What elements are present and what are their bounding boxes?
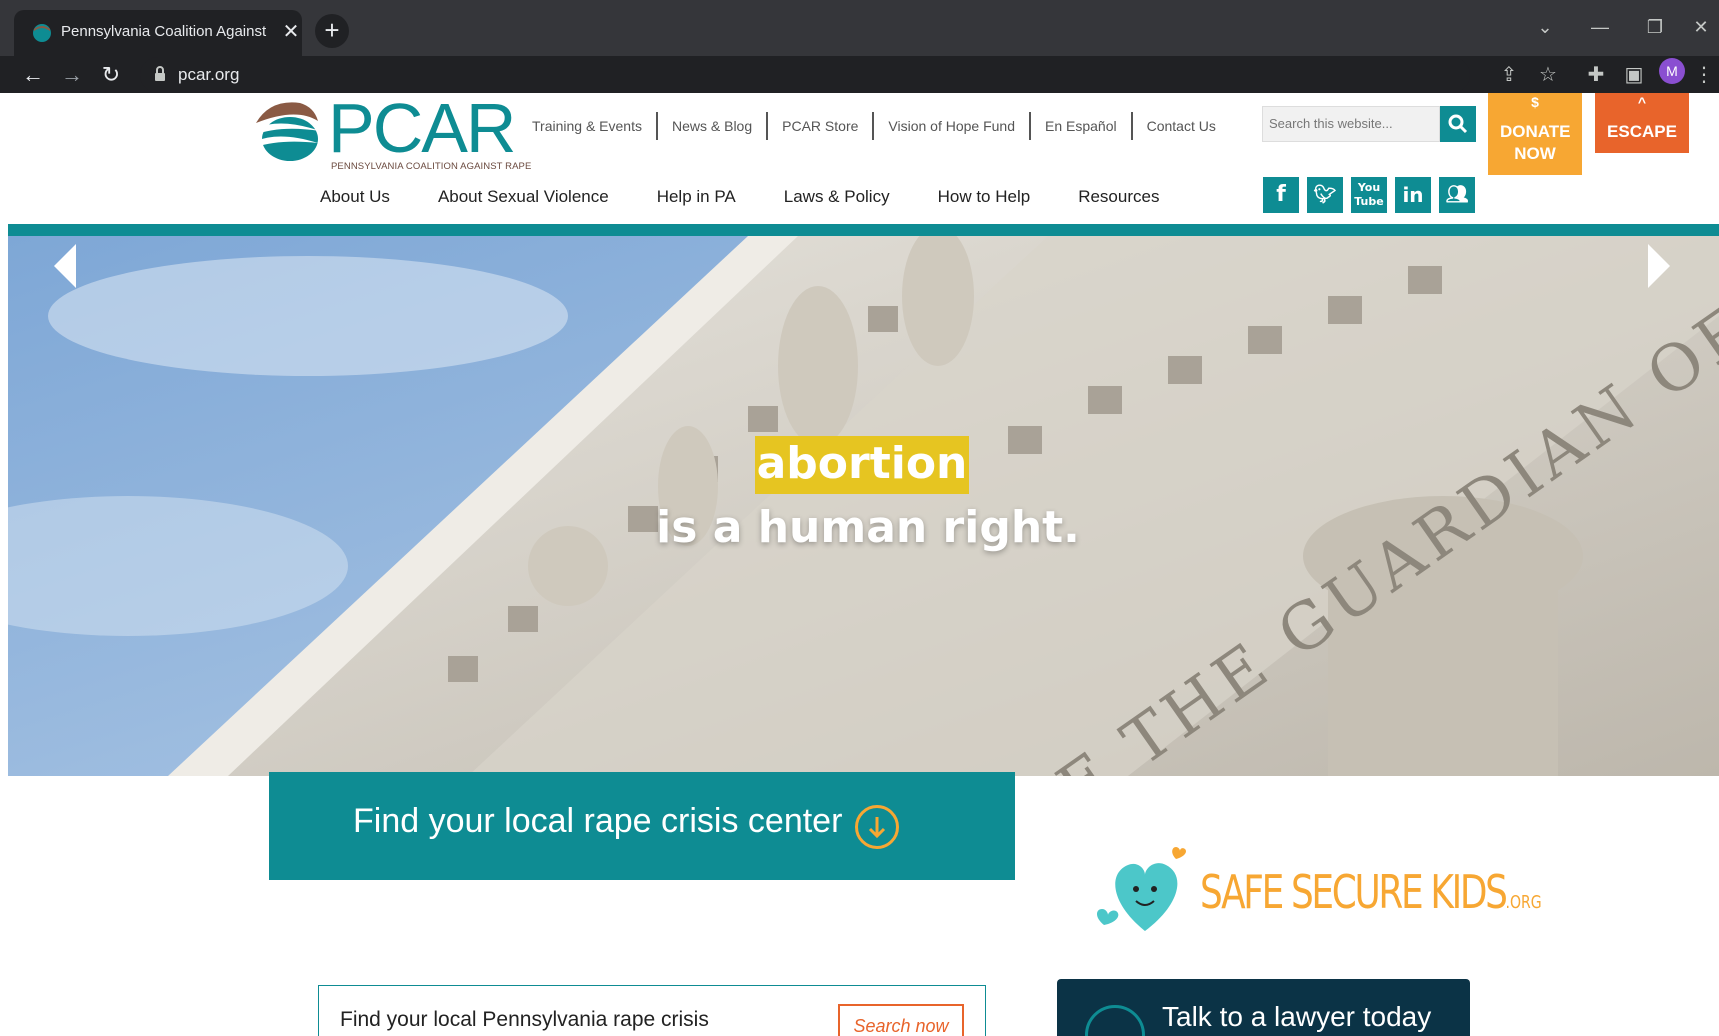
pcar-logo[interactable]: PCAR PENNSYLVANIA COALITION AGAINST RAPE — [250, 93, 531, 173]
util-link-contact[interactable]: Contact Us — [1133, 112, 1230, 140]
nav-about-us[interactable]: About Us — [320, 187, 390, 207]
side-panel-icon[interactable]: ▣ — [1619, 60, 1649, 90]
reload-icon[interactable]: ↻ — [96, 60, 126, 90]
util-link-vision-of-hope[interactable]: Vision of Hope Fund — [874, 112, 1031, 140]
tab-bar: Pennsylvania Coalition Against Rape ✕ + … — [0, 0, 1719, 56]
hero-headline-2: is a human right. — [656, 502, 1080, 553]
util-link-training[interactable]: Training & Events — [518, 112, 658, 140]
menu-icon[interactable]: ⋮ — [1694, 60, 1714, 90]
donate-button[interactable]: $ DONATE NOW — [1488, 93, 1582, 175]
new-tab-button[interactable]: + — [315, 14, 349, 48]
escape-label: ESCAPE — [1607, 122, 1677, 141]
hero-carousel: JUSTICE THE GUARDIAN OF abortion is a hu… — [8, 236, 1719, 776]
linkedin-icon[interactable]: in — [1395, 177, 1431, 213]
forward-icon[interactable]: → — [57, 60, 87, 90]
restore-icon[interactable]: ❐ — [1628, 8, 1682, 46]
browser-chrome: Pennsylvania Coalition Against Rape ✕ + … — [0, 0, 1719, 93]
carousel-prev-icon[interactable] — [48, 236, 88, 296]
nav-laws-policy[interactable]: Laws & Policy — [784, 187, 890, 207]
back-icon[interactable]: ← — [18, 60, 48, 90]
logo-tagline: PENNSYLVANIA COALITION AGAINST RAPE — [331, 161, 532, 172]
find-center-box: Find your local Pennsylvania rape crisis… — [318, 985, 986, 1036]
browser-tab[interactable]: Pennsylvania Coalition Against Rape ✕ — [14, 10, 302, 56]
minimize-icon[interactable]: — — [1573, 8, 1627, 46]
pcar-favicon-icon — [33, 24, 51, 42]
donate-label: DONATE NOW — [1500, 122, 1571, 163]
tab-search-icon[interactable]: ⌄ — [1518, 8, 1572, 46]
community-icon[interactable]: 👥︎ — [1439, 177, 1475, 213]
util-link-news[interactable]: News & Blog — [658, 112, 769, 140]
find-center-text: Find your local Pennsylvania rape crisis — [340, 1008, 709, 1031]
extensions-icon[interactable]: ✚ — [1581, 60, 1611, 90]
ssk-suffix: .ORG — [1505, 892, 1542, 913]
nav-help-in-pa[interactable]: Help in PA — [657, 187, 736, 207]
search-icon — [1448, 114, 1468, 134]
browser-toolbar: ← → ↻ pcar.org ⇪ ☆ ✚ ▣ ⋮ — [0, 56, 1719, 93]
address-bar[interactable]: pcar.org — [140, 57, 1470, 93]
find-center-heading: Find your local rape crisis center — [353, 802, 843, 840]
nav-resources[interactable]: Resources — [1078, 187, 1159, 207]
share-icon[interactable]: ⇪ — [1494, 60, 1524, 90]
caret-up-icon: ^ — [1637, 94, 1647, 110]
facebook-icon[interactable]: f — [1263, 177, 1299, 213]
twitter-icon[interactable]: 🐦︎ — [1307, 177, 1343, 213]
find-center-panel[interactable]: Find your local rape crisis center — [269, 772, 1015, 880]
url-text[interactable]: pcar.org — [178, 65, 239, 85]
main-nav: About Us About Sexual Violence Help in P… — [320, 187, 1207, 207]
escape-button[interactable]: ^ ESCAPE — [1595, 93, 1689, 153]
search-now-button[interactable]: Search now — [838, 1004, 964, 1036]
scales-icon — [1085, 1005, 1145, 1036]
util-link-espanol[interactable]: En Español — [1031, 112, 1133, 140]
search-button[interactable] — [1440, 106, 1476, 142]
youtube-icon[interactable]: You Tube — [1351, 177, 1387, 213]
carousel-next-icon[interactable] — [1636, 236, 1676, 296]
hero-headline-1: abortion — [756, 438, 968, 489]
lock-icon — [155, 66, 165, 81]
bookmark-star-icon[interactable]: ☆ — [1533, 60, 1563, 90]
util-link-store[interactable]: PCAR Store — [768, 112, 875, 140]
safe-secure-kids-wordmark: SAFE SECURE KIDS.ORG — [1200, 865, 1542, 919]
nav-how-to-help[interactable]: How to Help — [938, 187, 1031, 207]
pcar-logo-mark-icon — [254, 102, 320, 161]
nav-about-sexual-violence[interactable]: About Sexual Violence — [438, 187, 609, 207]
dollar-icon: $ — [1531, 94, 1539, 110]
arrow-down-circle-icon — [855, 805, 899, 849]
talk-to-lawyer-label: Talk to a lawyer today — [1162, 1001, 1432, 1032]
site-search-input[interactable]: Search this website... — [1262, 106, 1440, 142]
tab-title: Pennsylvania Coalition Against Rape — [61, 23, 271, 40]
ssk-name: SAFE SECURE KIDS — [1200, 865, 1508, 919]
close-window-icon[interactable]: ✕ — [1683, 8, 1719, 46]
safe-secure-kids-logo[interactable]: SAFE SECURE KIDS.ORG — [1090, 843, 1542, 943]
utility-nav: Training & Events News & Blog PCAR Store… — [518, 111, 1230, 141]
profile-avatar[interactable]: M — [1659, 58, 1685, 84]
heart-mascot-icon — [1097, 847, 1186, 931]
page-content: PCAR PENNSYLVANIA COALITION AGAINST RAPE… — [8, 93, 1719, 1036]
close-tab-icon[interactable]: ✕ — [278, 19, 304, 45]
header-divider — [8, 224, 1719, 236]
logo-wordmark: PCAR — [328, 93, 516, 167]
talk-to-lawyer-button[interactable]: Talk to a lawyer today — [1057, 979, 1470, 1036]
social-links: f 🐦︎ You Tube in 👥︎ — [1263, 177, 1483, 213]
